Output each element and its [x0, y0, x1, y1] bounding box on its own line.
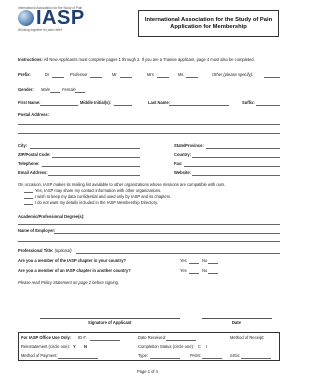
chapter-other-no[interactable]: No: [202, 268, 207, 273]
state-label: State/Province:: [174, 143, 204, 148]
address-line-2[interactable]: [18, 133, 280, 134]
prefix-ms[interactable]: Ms: [178, 72, 183, 77]
employer-label: Name of Employer:: [18, 228, 56, 233]
office-title: For IASP Office Use Only:: [21, 335, 72, 340]
prof-title-field[interactable]: [76, 252, 280, 254]
page-footer: Page 1 of 4: [137, 369, 158, 374]
chapter-other-q: Are you a member of an IASP chapter in a…: [18, 268, 131, 273]
first-name-label: First Name:: [18, 100, 41, 105]
prefix-label: Prefix:: [18, 72, 31, 77]
office-completion-i: I: [206, 344, 208, 349]
office-payment: Method of Payment:: [21, 353, 58, 358]
instructions-text: All New Applicants must complete pages 1…: [43, 57, 255, 62]
date-label: Date: [232, 320, 241, 325]
prof-title-note: (optional): [54, 248, 72, 253]
office-sigs: SIGs:: [230, 353, 241, 358]
signature-label: Signature of Applicant: [88, 320, 132, 325]
prefix-mrs[interactable]: Mrs: [147, 72, 154, 77]
suffix-label: Suffix:: [242, 100, 255, 105]
mailing-opt2: I wish to keep my data confidential and …: [35, 194, 172, 199]
logo-name: IASP: [36, 7, 85, 29]
instructions-label: Instructions:: [18, 57, 43, 62]
signature-line[interactable]: [40, 318, 180, 319]
mailing-intro: On occasion, IASP makes its mailing list…: [18, 182, 226, 187]
chapter-country-q: Are you a member of the IASP chapter in …: [18, 258, 126, 263]
instructions: Instructions: All New Applicants must co…: [18, 57, 255, 62]
chapter-country-no[interactable]: No: [202, 258, 207, 263]
chapter-other-yes[interactable]: Yes: [180, 268, 187, 273]
office-reinstatement-y: Y: [73, 344, 76, 349]
office-date-received: Date Received:: [138, 335, 166, 340]
logo-tagline: Working together for pain relief: [18, 28, 62, 32]
mailing-opt1: Yes, IASP may share my contact informati…: [35, 188, 162, 193]
office-completion-c: C: [198, 344, 201, 349]
gender-female[interactable]: Female: [62, 87, 76, 92]
policy-note: Please read Policy Statement on page 2 b…: [18, 280, 120, 285]
mailing-opt3: I do not want my details included in the…: [35, 200, 158, 205]
chapter-country-yes[interactable]: Yes: [180, 258, 187, 263]
country-label: Country:: [174, 152, 192, 157]
website-label: Website:: [174, 170, 191, 175]
zip-label: ZIP/Postal Code:: [18, 152, 51, 157]
form-title: International Association for the Study …: [144, 16, 273, 30]
mailing-opt3-check[interactable]: [24, 204, 33, 205]
prof-title: Professional Title: (optional): [18, 248, 72, 253]
address-line-1[interactable]: [18, 124, 280, 125]
prefix-other[interactable]: Other (please specify):: [212, 72, 253, 77]
city-label: City:: [18, 143, 28, 148]
gender-male[interactable]: Male: [41, 87, 50, 92]
prefix-professor[interactable]: Professor: [70, 72, 88, 77]
office-reinstatement-n: N: [84, 344, 87, 349]
prefix-dr[interactable]: Dr: [45, 72, 49, 77]
application-page: International Association for the Study …: [0, 0, 298, 386]
office-reinstatement: Reinstatement (circle one):: [21, 344, 70, 349]
mailing-opt1-check[interactable]: [24, 192, 33, 193]
postal-address-label: Postal Address:: [18, 112, 50, 117]
date-line[interactable]: [202, 318, 272, 319]
employer-field[interactable]: [54, 232, 280, 234]
last-name-label: Last Name:: [148, 100, 171, 105]
fax-label: Fax:: [174, 161, 183, 166]
office-method-receipt: Method of Receipt:: [230, 335, 265, 340]
prefix-mr[interactable]: Mr: [112, 72, 117, 77]
telephone-label: Telephone:: [18, 161, 40, 166]
office-id: ID #:: [78, 335, 87, 340]
globe-icon: [18, 10, 34, 26]
office-pam: PA/M:: [190, 353, 201, 358]
office-type: Type:: [138, 353, 149, 358]
mailing-opt2-check[interactable]: [24, 198, 33, 199]
prof-title-label: Professional Title:: [18, 248, 54, 253]
academic-field[interactable]: [18, 224, 280, 225]
email-label: Email Address:: [18, 170, 48, 175]
middle-initial-label: Middle Initial(s):: [80, 100, 112, 105]
form-title-box: International Association for the Study …: [138, 10, 279, 37]
gender-label: Gender:: [18, 87, 34, 92]
academic-label: Academic/Professional Degree(s):: [18, 214, 85, 219]
office-completion: Completion Status (circle one):: [138, 344, 194, 349]
